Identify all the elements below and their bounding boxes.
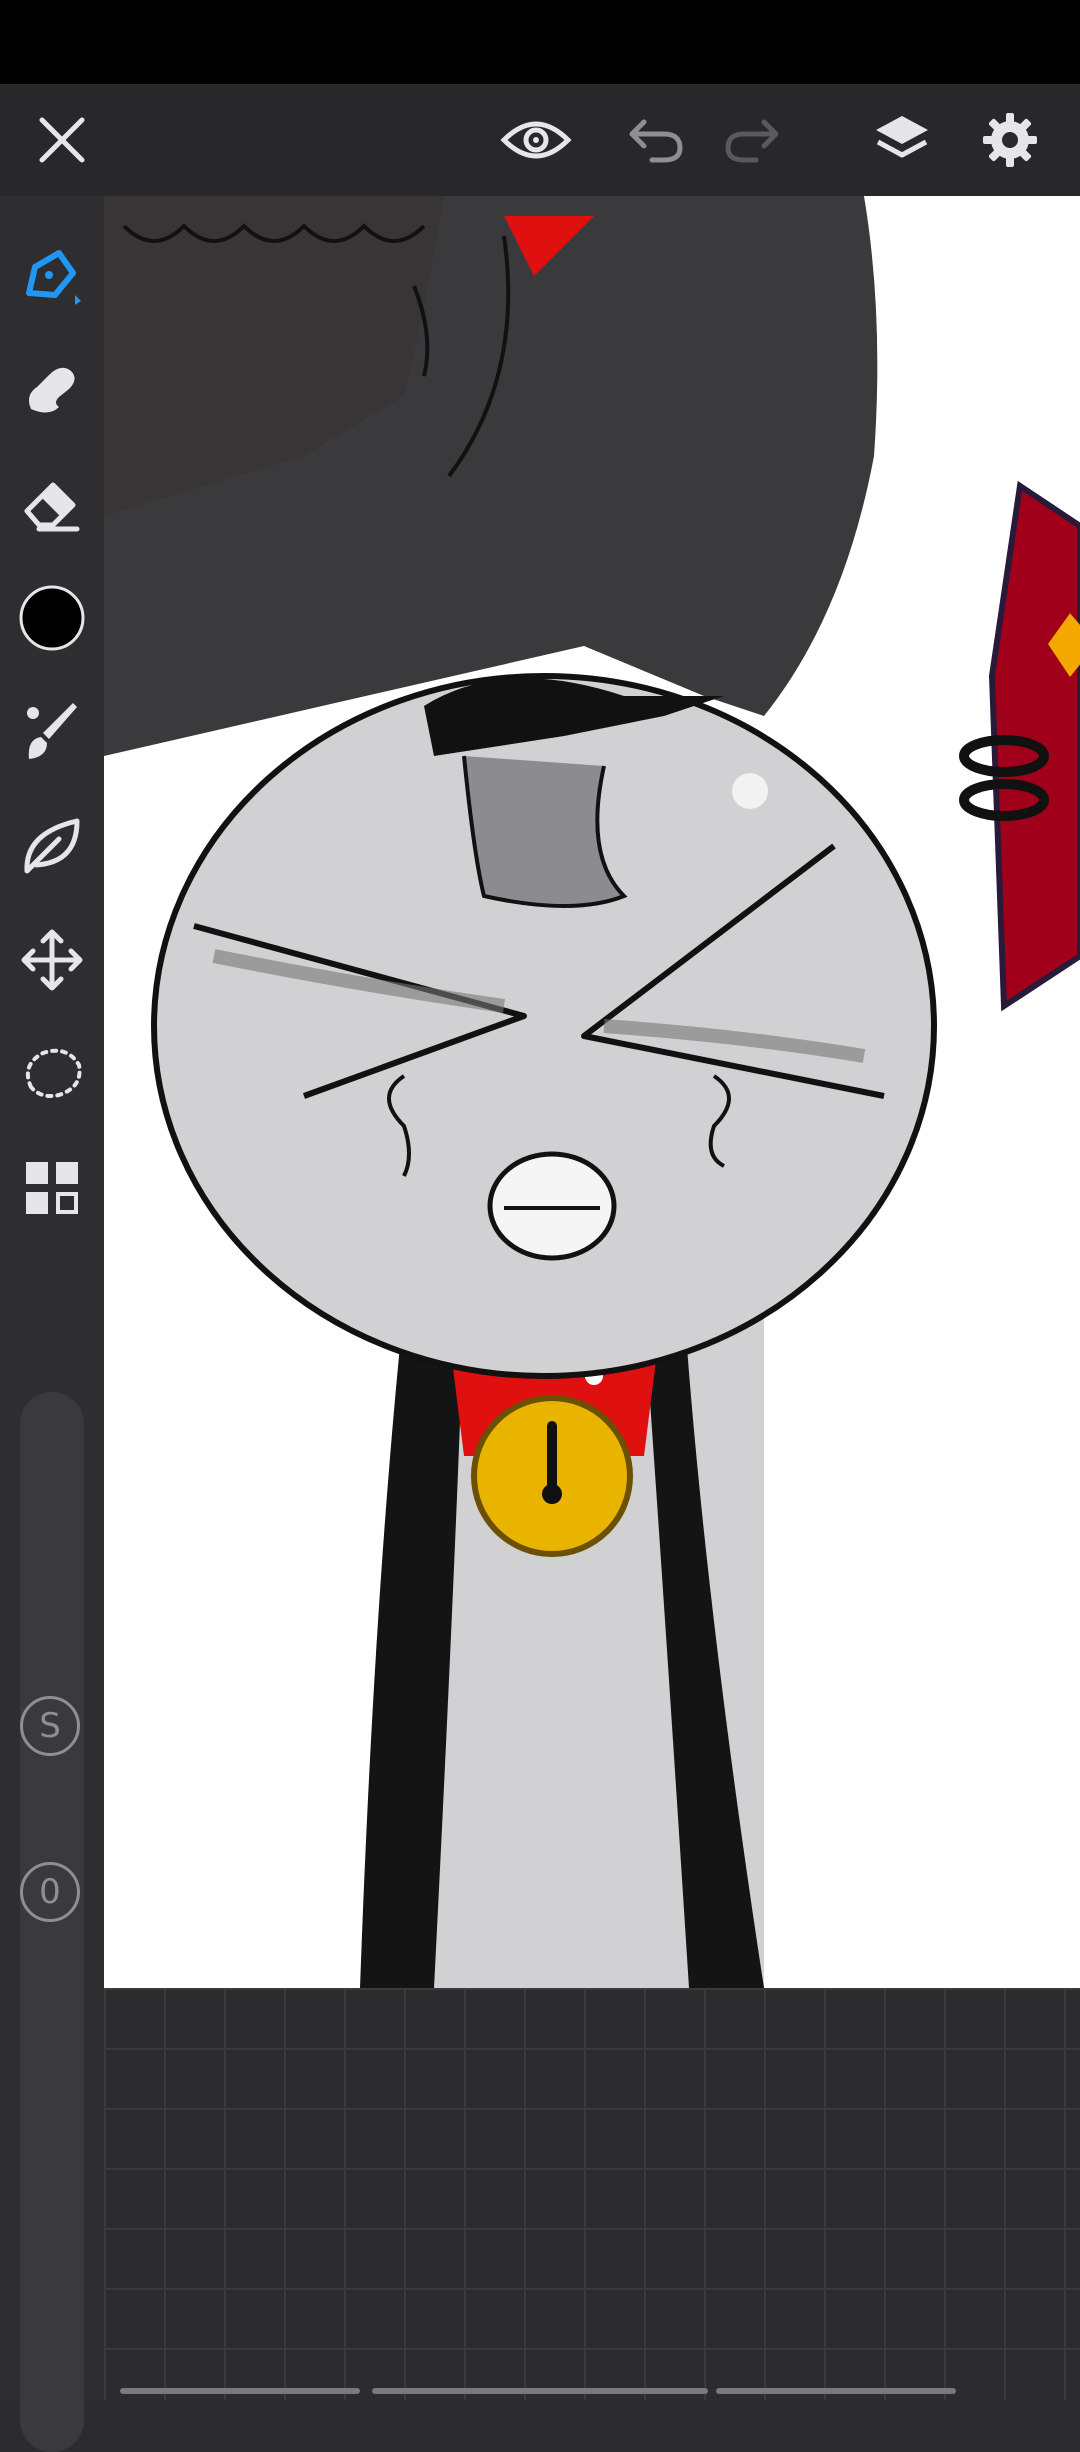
grid-icon [26, 1162, 78, 1214]
smudge-tool[interactable] [6, 344, 98, 436]
close-button[interactable] [14, 84, 110, 196]
redo-icon [725, 119, 779, 163]
pen-tool[interactable] [6, 230, 98, 322]
size-opacity-slider-track[interactable] [20, 1392, 84, 2452]
indicator-bar [716, 2388, 956, 2394]
pen-icon [26, 250, 81, 305]
gear-icon [983, 113, 1037, 167]
drawing-canvas[interactable] [104, 196, 1080, 1988]
transform-tool[interactable] [6, 914, 98, 1006]
canvas-artwork [104, 196, 1080, 1988]
eraser-tool[interactable] [6, 458, 98, 550]
smudge-icon [29, 367, 75, 413]
color-swatch-icon [19, 585, 85, 651]
close-icon [39, 117, 85, 163]
status-bar [0, 0, 1080, 84]
brush-tool[interactable] [6, 686, 98, 778]
undo-icon [629, 119, 683, 163]
tool-sidebar: S 0 [0, 196, 104, 2452]
layers-icon [876, 116, 928, 158]
selection-tool[interactable] [6, 1028, 98, 1120]
leaf-icon [24, 818, 80, 874]
eye-icon [500, 121, 572, 159]
brush-icon [27, 703, 77, 759]
indicator-bar [120, 2388, 360, 2394]
canvas-grid-background [104, 1988, 1080, 2400]
eraser-icon [24, 482, 80, 532]
settings-button[interactable] [962, 84, 1058, 196]
tools-menu-button[interactable] [6, 1142, 98, 1234]
move-arrows-icon [21, 929, 83, 991]
layers-button[interactable] [854, 84, 950, 196]
redo-button[interactable] [704, 84, 800, 196]
indicator-bar [372, 2388, 708, 2394]
preview-button[interactable] [488, 84, 584, 196]
top-toolbar [0, 84, 1080, 196]
bottom-indicators [0, 2384, 1080, 2400]
lasso-fill-tool[interactable] [6, 800, 98, 892]
dotted-lasso-icon [26, 1048, 82, 1098]
undo-button[interactable] [608, 84, 704, 196]
size-slider-label[interactable]: S [20, 1696, 80, 1756]
color-picker[interactable] [6, 572, 98, 664]
opacity-slider-label[interactable]: 0 [20, 1862, 80, 1922]
